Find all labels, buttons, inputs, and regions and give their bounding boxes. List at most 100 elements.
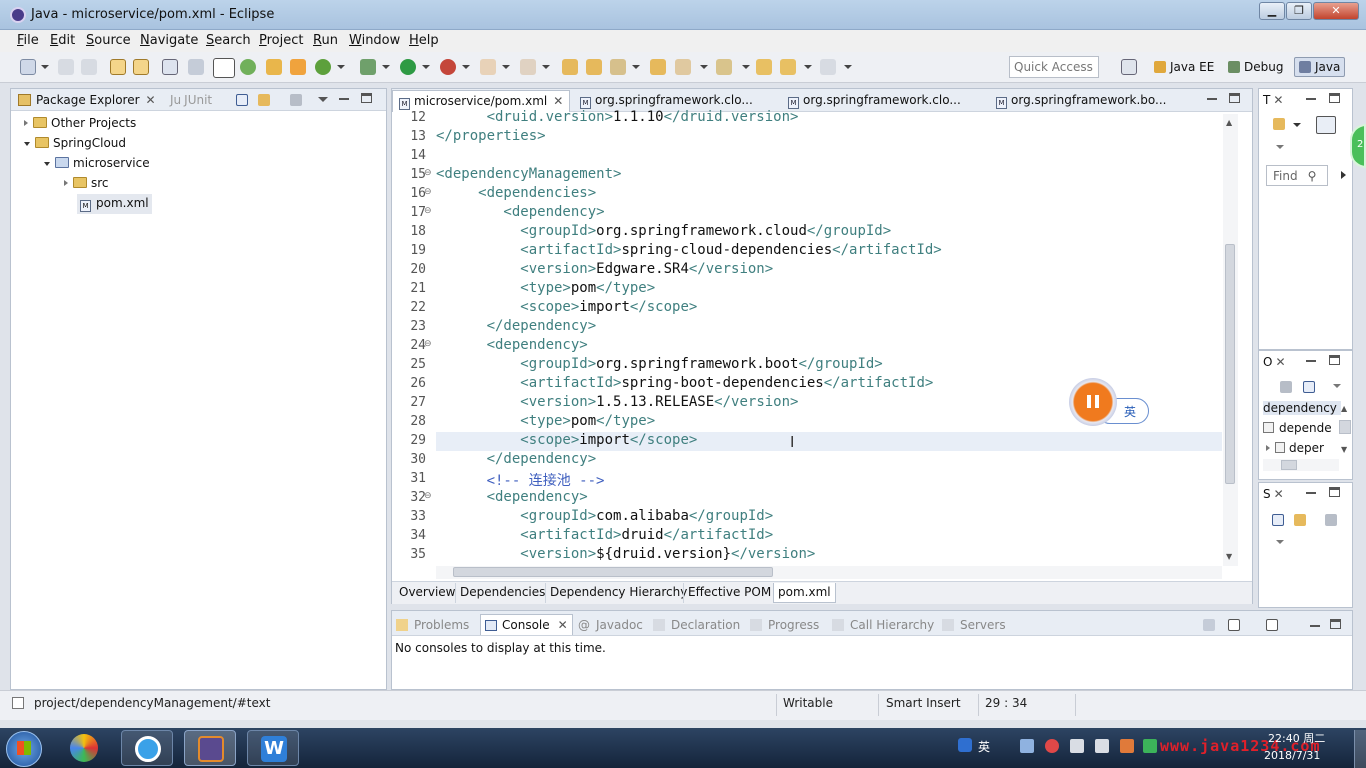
chevron-down-icon[interactable] xyxy=(337,65,345,69)
outline-item-dependency[interactable]: dependency xyxy=(1263,401,1341,415)
maximize-view-icon[interactable] xyxy=(1329,487,1340,497)
run-config-icon[interactable] xyxy=(315,59,331,75)
close-icon[interactable]: ✕ xyxy=(1275,355,1285,369)
expand-icon[interactable] xyxy=(1266,445,1270,451)
find-input[interactable]: Find ⚲ xyxy=(1266,165,1328,186)
menu-source[interactable]: Source xyxy=(86,33,131,48)
tree-item-microservice[interactable]: microservice xyxy=(44,156,150,170)
horizontal-scrollbar[interactable] xyxy=(436,566,1222,579)
tab-console[interactable]: Console ✕ xyxy=(480,614,573,635)
console-icon[interactable] xyxy=(162,59,178,75)
perspective-java[interactable]: Java xyxy=(1294,57,1346,77)
build-icon[interactable] xyxy=(266,59,282,75)
collapse-all-icon[interactable] xyxy=(1303,381,1315,393)
open-folder-icon[interactable] xyxy=(650,59,666,75)
external-tools-icon[interactable] xyxy=(440,59,456,75)
menu-navigate[interactable]: Navigate xyxy=(140,33,198,48)
floating-badge[interactable]: 22 xyxy=(1350,124,1366,168)
code-text[interactable]: <!-- 连接池 --> xyxy=(436,470,605,490)
quick-access-field[interactable]: Quick Access xyxy=(1009,56,1099,78)
fold-icon[interactable]: ⊖ xyxy=(424,187,432,197)
chevron-right-icon[interactable] xyxy=(1341,171,1346,179)
scroll-down-icon[interactable]: ▼ xyxy=(1226,552,1232,561)
code-text[interactable]: </properties> xyxy=(436,128,546,144)
menu-edit[interactable]: Edit xyxy=(50,33,75,48)
code-text[interactable]: <scope>import</scope> xyxy=(436,432,697,448)
categorize-icon[interactable] xyxy=(1316,116,1336,134)
code-text[interactable]: <dependencies> xyxy=(436,185,596,201)
scroll-down-icon[interactable]: ▼ xyxy=(1341,445,1347,454)
new-package-icon[interactable] xyxy=(562,59,578,75)
maximize-view-icon[interactable] xyxy=(361,93,372,103)
save-all-icon[interactable] xyxy=(81,59,97,75)
tab-declaration[interactable]: Declaration xyxy=(653,618,740,632)
code-text[interactable]: <type>pom</type> xyxy=(436,413,655,429)
view-menu-icon[interactable] xyxy=(1276,145,1284,149)
chevron-down-icon[interactable] xyxy=(41,65,49,69)
taskbar-app-writer[interactable]: W xyxy=(247,730,299,766)
taskbar-app-qq[interactable] xyxy=(121,730,173,766)
show-desktop-button[interactable] xyxy=(1354,730,1366,768)
minimize-button[interactable]: ▁ xyxy=(1259,2,1285,20)
minimize-view-icon[interactable] xyxy=(1306,360,1316,362)
tab-progress[interactable]: Progress xyxy=(750,618,819,632)
tab-effective-pom[interactable]: Effective POM xyxy=(683,583,775,603)
code-text[interactable]: <artifactId>spring-boot-dependencies</ar… xyxy=(436,375,933,391)
tray-security-icon[interactable] xyxy=(1045,739,1059,753)
fold-icon[interactable]: ⊖ xyxy=(424,491,432,501)
minimize-view-icon[interactable] xyxy=(1207,98,1217,100)
tray-shield-icon[interactable] xyxy=(1143,739,1157,753)
minimize-view-icon[interactable] xyxy=(1310,625,1320,627)
annotation-icon[interactable] xyxy=(520,59,536,75)
code-text[interactable]: <groupId>org.springframework.cloud</grou… xyxy=(436,223,891,239)
link-editor-icon[interactable] xyxy=(1294,514,1306,526)
focus-icon[interactable] xyxy=(1325,514,1337,526)
toggle-view-icon[interactable] xyxy=(213,58,235,78)
coverage-icon[interactable] xyxy=(480,59,496,75)
taskbar-app-eclipse[interactable] xyxy=(184,730,236,766)
tree-item-other-projects[interactable]: Other Projects xyxy=(24,116,136,130)
tray-display-icon[interactable] xyxy=(1095,739,1109,753)
outline-h-scrollbar-thumb[interactable] xyxy=(1281,460,1297,470)
tab-overview[interactable]: Overview xyxy=(395,583,460,603)
collapse-icon[interactable] xyxy=(44,162,50,166)
open-type-icon[interactable] xyxy=(110,59,126,75)
expand-icon[interactable] xyxy=(24,120,28,126)
menu-file[interactable]: File xyxy=(17,33,39,48)
back-history-icon[interactable] xyxy=(780,59,796,75)
next-annotation-icon[interactable] xyxy=(716,59,732,75)
collapse-all-icon[interactable] xyxy=(1272,514,1284,526)
close-icon[interactable]: ✕ xyxy=(553,94,563,108)
taskbar-app-browser[interactable] xyxy=(58,730,110,766)
tab-call-hierarchy[interactable]: Call Hierarchy xyxy=(832,618,934,632)
tray-network-icon[interactable] xyxy=(1020,739,1034,753)
new-class-icon[interactable] xyxy=(586,59,602,75)
tab-outline[interactable]: O ✕ xyxy=(1263,355,1286,369)
chevron-down-icon[interactable] xyxy=(804,65,812,69)
close-icon[interactable]: ✕ xyxy=(146,93,156,107)
display-console-icon[interactable] xyxy=(1228,619,1240,631)
vertical-scrollbar[interactable]: ▲ ▼ xyxy=(1223,114,1238,566)
perspective-javaee[interactable]: Java EE xyxy=(1150,58,1218,76)
code-text[interactable]: <artifactId>druid</artifactId> xyxy=(436,527,773,543)
menu-window[interactable]: Window xyxy=(349,33,400,48)
tab-javadoc[interactable]: @ Javadoc xyxy=(578,618,643,632)
code-text[interactable]: <dependency> xyxy=(436,204,604,220)
code-text[interactable]: <groupId>org.springframework.boot</group… xyxy=(436,356,882,372)
tab-junit[interactable]: Ju JUnit xyxy=(170,93,212,107)
refresh-icon[interactable] xyxy=(240,59,256,75)
chevron-down-icon[interactable] xyxy=(462,65,470,69)
server-icon[interactable] xyxy=(290,59,306,75)
menu-search[interactable]: Search xyxy=(206,33,251,48)
scrollbar-thumb[interactable] xyxy=(1225,244,1235,484)
focus-icon[interactable] xyxy=(1280,381,1292,393)
collapse-all-icon[interactable] xyxy=(236,94,248,106)
code-text[interactable]: <version>1.5.13.RELEASE</version> xyxy=(436,394,798,410)
chevron-down-icon[interactable] xyxy=(542,65,550,69)
code-text[interactable]: <dependency> xyxy=(436,337,588,353)
back-icon[interactable] xyxy=(756,59,772,75)
h-scrollbar-thumb[interactable] xyxy=(453,567,773,577)
menu-run[interactable]: Run xyxy=(313,33,338,48)
minimize-view-icon[interactable] xyxy=(1306,492,1316,494)
tray-device-icon[interactable] xyxy=(1070,739,1084,753)
